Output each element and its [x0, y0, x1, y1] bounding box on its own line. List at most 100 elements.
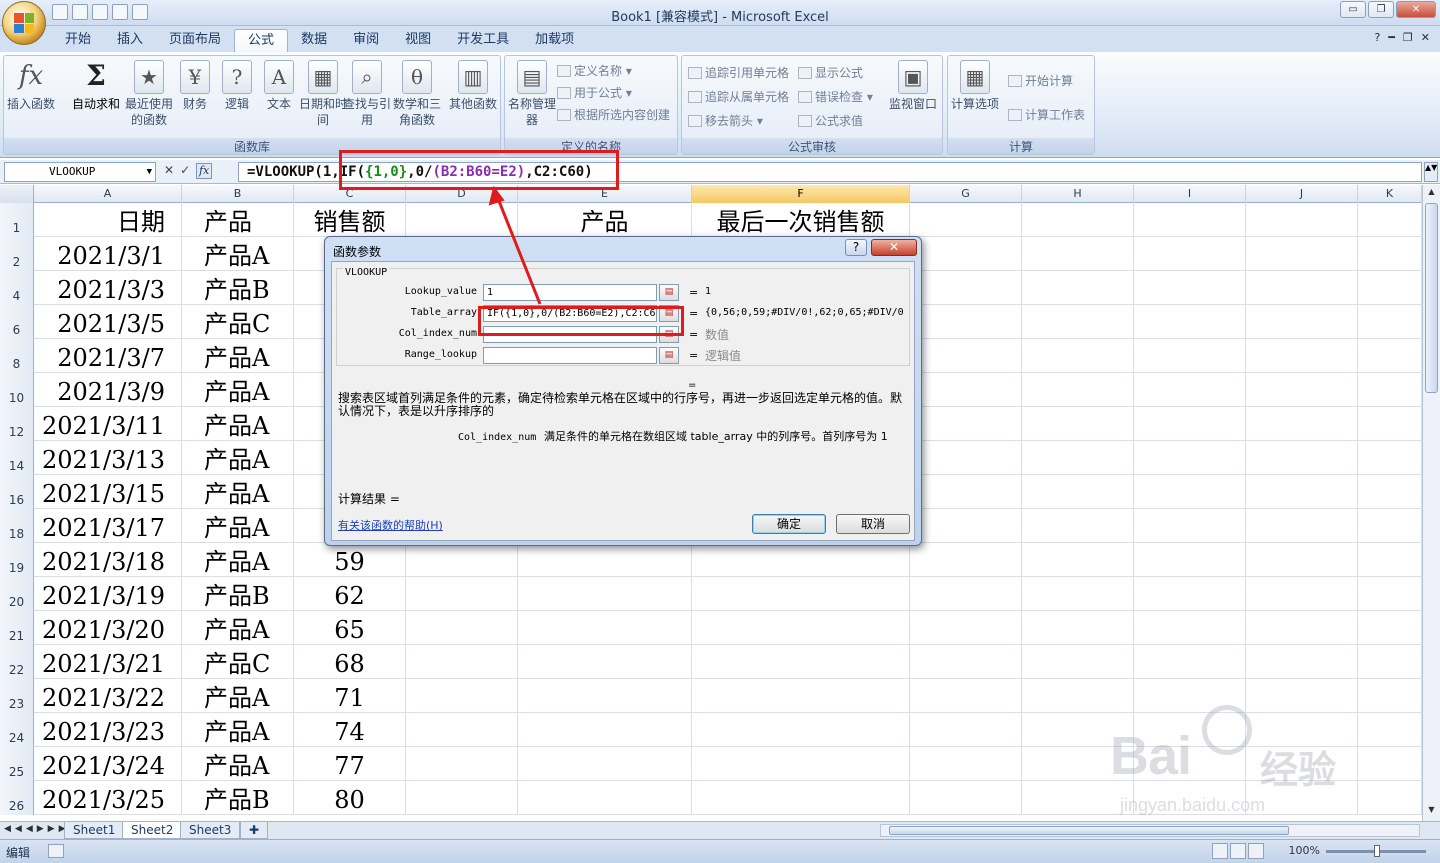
name-box[interactable]: VLOOKUP ▼ — [4, 162, 156, 182]
row-header[interactable]: 21 — [0, 611, 34, 645]
cell-k[interactable] — [1358, 441, 1422, 475]
cell-h[interactable] — [1022, 373, 1134, 407]
cell-j[interactable] — [1246, 271, 1358, 305]
cell-h[interactable] — [1022, 203, 1134, 237]
cell-k[interactable] — [1358, 645, 1422, 679]
cell-e[interactable] — [518, 611, 692, 645]
cell-b[interactable]: 产品A — [182, 543, 294, 577]
cell-a[interactable]: 2021/3/5 — [34, 305, 182, 339]
cell-f[interactable] — [692, 645, 910, 679]
workbook-close-icon[interactable]: ✕ — [1421, 31, 1430, 44]
cancel-entry-icon[interactable]: ✕ — [164, 163, 174, 179]
sheet-nav-arrows[interactable]: ◀◀◀▶▶▶ — [4, 824, 70, 834]
cell-k[interactable] — [1358, 373, 1422, 407]
formula-expand-icon[interactable]: ▲▼ — [1424, 162, 1438, 182]
insert-function-button[interactable]: fx 插入函数 — [6, 60, 56, 112]
cell-b[interactable]: 产品B — [182, 271, 294, 305]
cell-k[interactable] — [1358, 475, 1422, 509]
column-header-g[interactable]: G — [910, 185, 1022, 203]
collapse-dialog-icon[interactable]: ▤ — [659, 347, 679, 364]
show-formulas-button[interactable]: 显示公式 — [798, 64, 863, 81]
cell-b[interactable]: 产品A — [182, 713, 294, 747]
row-header[interactable]: 8 — [0, 339, 34, 373]
cancel-button[interactable]: 取消 — [836, 514, 910, 534]
cell-i[interactable] — [1134, 305, 1246, 339]
cell-g[interactable] — [910, 509, 1022, 543]
evaluate-formula-button[interactable]: 公式求值 — [798, 112, 863, 129]
cell-j[interactable] — [1246, 441, 1358, 475]
cell-f[interactable] — [692, 611, 910, 645]
cell-h[interactable] — [1022, 475, 1134, 509]
cell-a[interactable]: 2021/3/25 — [34, 781, 182, 815]
cell-k[interactable] — [1358, 339, 1422, 373]
cell-a[interactable]: 2021/3/23 — [34, 713, 182, 747]
math-button[interactable]: θ 数学和三角函数 — [392, 60, 442, 128]
calculation-options-button[interactable]: ▦ 计算选项 — [950, 60, 1000, 112]
cell-a[interactable]: 2021/3/17 — [34, 509, 182, 543]
maximize-button[interactable]: ❐ — [1368, 1, 1394, 18]
cell-a[interactable]: 2021/3/18 — [34, 543, 182, 577]
row-header[interactable]: 4 — [0, 271, 34, 305]
normal-view-icon[interactable] — [1212, 843, 1228, 859]
cell-i[interactable] — [1134, 441, 1246, 475]
cell-g[interactable] — [910, 713, 1022, 747]
cell-f[interactable] — [692, 679, 910, 713]
cell-g[interactable] — [910, 237, 1022, 271]
cell-g[interactable] — [910, 441, 1022, 475]
other-functions-button[interactable]: ▥ 其他函数 — [448, 60, 498, 112]
column-header-i[interactable]: I — [1134, 185, 1246, 203]
cell-c[interactable]: 68 — [294, 645, 406, 679]
horizontal-scroll-thumb[interactable] — [889, 826, 1289, 835]
datetime-button[interactable]: ▦ 日期和时间 — [298, 60, 348, 128]
error-checking-button[interactable]: 错误检查 ▾ — [798, 88, 873, 105]
cell-g[interactable] — [910, 645, 1022, 679]
cell-f[interactable] — [692, 713, 910, 747]
tab-insert[interactable]: 插入 — [104, 29, 156, 52]
cell-h[interactable] — [1022, 543, 1134, 577]
cell-a[interactable]: 日期 — [34, 203, 182, 237]
cell-j[interactable] — [1246, 611, 1358, 645]
workbook-minimize-icon[interactable]: ━ — [1388, 31, 1395, 44]
office-button[interactable] — [2, 1, 46, 45]
minimize-button[interactable]: ▭ — [1340, 1, 1366, 18]
horizontal-scrollbar[interactable] — [880, 824, 1420, 837]
cell-a[interactable]: 2021/3/20 — [34, 611, 182, 645]
cell-f[interactable]: 最后一次销售额 — [692, 203, 910, 237]
tab-formulas[interactable]: 公式 — [234, 29, 289, 52]
cell-g[interactable] — [910, 271, 1022, 305]
cell-b[interactable]: 产品B — [182, 781, 294, 815]
cell-h[interactable] — [1022, 611, 1134, 645]
cell-j[interactable] — [1246, 509, 1358, 543]
cell-e[interactable] — [518, 713, 692, 747]
cell-g[interactable] — [910, 203, 1022, 237]
cell-i[interactable] — [1134, 203, 1246, 237]
cell-d[interactable] — [406, 203, 518, 237]
cell-d[interactable] — [406, 679, 518, 713]
sheet-tab-1[interactable]: Sheet1 — [64, 822, 125, 839]
cell-k[interactable] — [1358, 407, 1422, 441]
cell-e[interactable] — [518, 679, 692, 713]
cell-a[interactable]: 2021/3/3 — [34, 271, 182, 305]
zoom-level[interactable]: 100% — [1289, 844, 1320, 857]
text-button[interactable]: A 文本 — [254, 60, 304, 112]
cell-e[interactable] — [518, 543, 692, 577]
row-header[interactable]: 18 — [0, 509, 34, 543]
select-all-corner[interactable] — [0, 185, 34, 203]
cell-b[interactable]: 产品C — [182, 305, 294, 339]
cell-g[interactable] — [910, 781, 1022, 815]
cell-k[interactable] — [1358, 543, 1422, 577]
cell-d[interactable] — [406, 611, 518, 645]
cell-e[interactable]: 产品 — [518, 203, 692, 237]
dialog-close-button[interactable]: ✕ — [871, 239, 917, 256]
cell-g[interactable] — [910, 679, 1022, 713]
cell-i[interactable] — [1134, 475, 1246, 509]
cell-g[interactable] — [910, 577, 1022, 611]
ok-button[interactable]: 确定 — [752, 514, 826, 534]
cell-g[interactable] — [910, 611, 1022, 645]
cell-c[interactable]: 59 — [294, 543, 406, 577]
row-header[interactable]: 24 — [0, 713, 34, 747]
cell-k[interactable] — [1358, 271, 1422, 305]
column-header-j[interactable]: J — [1246, 185, 1358, 203]
cell-b[interactable]: 产品A — [182, 611, 294, 645]
cell-i[interactable] — [1134, 645, 1246, 679]
